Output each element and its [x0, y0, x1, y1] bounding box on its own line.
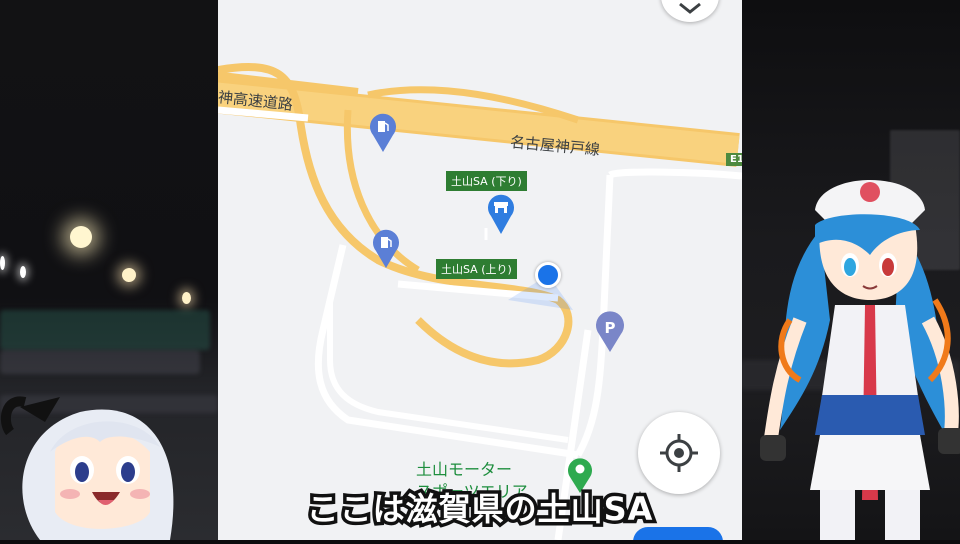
street-light	[20, 266, 26, 278]
map-view[interactable]: 神高速道路 名古屋神戸線 E1 土山SA (下り) 土山SA (上り) P 土山…	[218, 0, 742, 540]
current-location-dot	[535, 262, 561, 288]
route-shield: E1	[726, 153, 742, 166]
street-light	[0, 256, 5, 270]
motion-blur	[0, 310, 210, 350]
street-light	[182, 292, 191, 304]
chevron-down-icon	[679, 2, 701, 14]
motion-blur	[0, 350, 200, 374]
svg-text:P: P	[605, 319, 616, 337]
street-light	[122, 268, 136, 282]
layers-button[interactable]	[661, 0, 719, 22]
place-tag-sa-down[interactable]: 土山SA (下り)	[446, 171, 527, 191]
my-location-button[interactable]	[638, 412, 720, 494]
place-tag-sa-up[interactable]: 土山SA (上り)	[436, 259, 517, 279]
video-subtitle: ここは滋賀県の土山SA	[303, 487, 656, 532]
my-location-icon	[660, 434, 698, 472]
street-light	[70, 226, 92, 248]
